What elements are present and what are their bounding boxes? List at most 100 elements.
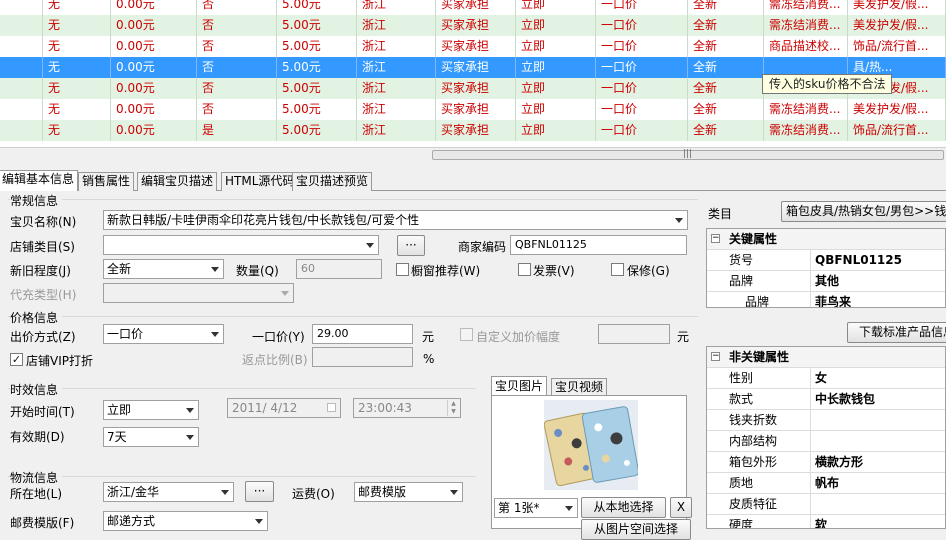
table-cell[interactable]: 一口价 — [596, 99, 688, 120]
table-cell[interactable]: 5.00元 — [277, 120, 357, 141]
property-row[interactable]: 内部结构 — [707, 431, 945, 452]
table-cell[interactable]: 全新 — [688, 36, 764, 57]
table-cell[interactable]: 5.00元 — [277, 78, 357, 99]
tab-html-source[interactable]: HTML源代码 — [221, 172, 299, 191]
spinner-icon[interactable]: ▲ ▼ — [447, 400, 459, 416]
table-cell[interactable]: 无 — [43, 0, 111, 15]
table-cell[interactable]: 买家承担 — [436, 0, 516, 15]
table-cell[interactable]: 浙江 — [357, 15, 436, 36]
property-row[interactable]: 钱夹折数 — [707, 410, 945, 431]
table-cell[interactable]: 0.00元 — [111, 36, 197, 57]
table-cell[interactable]: 浙江 — [357, 57, 436, 78]
table-cell[interactable]: 否 — [197, 0, 277, 15]
table-cell[interactable]: 5.00元 — [277, 0, 357, 15]
table-cell[interactable]: 立即 — [516, 120, 596, 141]
row-header-cell[interactable] — [0, 15, 43, 36]
download-standard-info-button[interactable]: 下载标准产品信息 — [847, 322, 946, 343]
table-cell[interactable]: 一口价 — [596, 36, 688, 57]
property-row[interactable]: 性别女 — [707, 368, 945, 389]
collapse-icon[interactable]: − — [711, 234, 720, 243]
property-value[interactable]: 女 — [811, 368, 827, 389]
property-value[interactable]: 菲鸟来 — [811, 292, 851, 307]
tab-desc-preview[interactable]: 宝贝描述预览 — [292, 172, 373, 191]
table-cell[interactable]: 否 — [197, 36, 277, 57]
start-time-input[interactable]: 23:00:43 ▲ ▼ — [353, 398, 461, 418]
table-row[interactable]: 无 0.00元否 5.00元 浙江 买家承担 立即 一口价 全新 商品描述校... 饰品/流行首.… — [0, 36, 946, 57]
table-cell[interactable]: 0.00元 — [111, 99, 197, 120]
table-cell[interactable]: 全新 — [688, 120, 764, 141]
table-cell[interactable]: 5.00元 — [277, 99, 357, 120]
quantity-input[interactable]: 60 — [296, 259, 382, 279]
table-cell[interactable]: 否 — [197, 99, 277, 120]
shop-category-select[interactable] — [103, 235, 379, 255]
row-header-cell[interactable] — [0, 0, 43, 15]
table-cell[interactable]: 全新 — [688, 0, 764, 15]
rebate-input[interactable] — [312, 347, 413, 367]
table-cell[interactable]: 一口价 — [596, 120, 688, 141]
shop-category-more-button[interactable]: ··· — [397, 235, 425, 256]
nonkey-props-header[interactable]: − 非关键属性 — [707, 347, 945, 368]
table-cell[interactable]: 全新 — [688, 99, 764, 120]
row-header-cell[interactable] — [0, 57, 43, 78]
property-row[interactable]: 硬度软 — [707, 515, 945, 528]
location-select[interactable]: 浙江/金华 — [103, 482, 234, 502]
choose-from-space-button[interactable]: 从图片空间选择 — [581, 519, 691, 540]
property-row[interactable]: 皮质特征 — [707, 494, 945, 515]
table-row[interactable]: 无0.00元否5.00元浙江买家承担立即一口价全新需冻结消费...美发护发/假.… — [0, 15, 946, 36]
scrollbar-thumb[interactable]: ||| — [432, 149, 944, 160]
table-cell[interactable]: 0.00元 — [111, 78, 197, 99]
key-props-header[interactable]: − 关键属性 — [707, 229, 945, 250]
location-more-button[interactable]: ··· — [245, 481, 274, 502]
table-cell[interactable]: 无 — [43, 15, 111, 36]
table-cell[interactable]: 0.00元 — [111, 120, 197, 141]
table-cell[interactable]: 浙江 — [357, 36, 436, 57]
fixed-price-input[interactable]: 29.00 — [312, 324, 413, 344]
row-header-cell[interactable] — [0, 99, 43, 120]
property-row[interactable]: 箱包外形 横款方形 — [707, 452, 945, 473]
table-cell[interactable]: 立即 — [516, 78, 596, 99]
table-cell[interactable]: 买家承担 — [436, 15, 516, 36]
warranty-checkbox[interactable] — [611, 263, 624, 276]
property-value[interactable] — [811, 431, 815, 452]
table-cell[interactable]: 无 — [43, 36, 111, 57]
table-cell[interactable]: 5.00元 — [277, 15, 357, 36]
property-value[interactable] — [811, 410, 815, 431]
start-time-select[interactable]: 立即 — [103, 400, 199, 420]
table-cell[interactable]: 全新 — [688, 15, 764, 36]
table-cell[interactable]: 全新 — [688, 78, 764, 99]
property-row[interactable]: 质地 帆布 — [707, 473, 945, 494]
table-cell[interactable]: 饰品/流行首... — [848, 36, 946, 57]
table-cell[interactable]: 立即 — [516, 0, 596, 15]
table-cell[interactable]: 全新 — [688, 57, 764, 78]
table-cell[interactable]: 5.00元 — [277, 36, 357, 57]
table-cell[interactable]: 买家承担 — [436, 57, 516, 78]
property-row[interactable]: 款式 中长款钱包 — [707, 389, 945, 410]
condition-select[interactable]: 全新 — [103, 259, 224, 279]
table-cell[interactable]: 否 — [197, 78, 277, 99]
row-header-cell[interactable] — [0, 36, 43, 57]
table-cell[interactable]: 一口价 — [596, 57, 688, 78]
table-cell[interactable]: 浙江 — [357, 0, 436, 15]
grid-horizontal-scrollbar[interactable]: ||| — [0, 147, 946, 161]
table-cell[interactable]: 买家承担 — [436, 78, 516, 99]
property-row[interactable]: 品牌 菲鸟来 — [707, 292, 945, 307]
table-cell[interactable]: 需冻结消费... — [764, 0, 848, 15]
sku-input[interactable]: QBFNL01125 — [510, 235, 687, 255]
table-cell[interactable]: 一口价 — [596, 0, 688, 15]
row-header-cell[interactable] — [0, 78, 43, 99]
table-cell[interactable]: 买家承担 — [436, 120, 516, 141]
table-cell[interactable]: 立即 — [516, 99, 596, 120]
category-button[interactable]: 箱包皮具/热销女包/男包>>钱包 — [781, 201, 946, 222]
product-thumbnail[interactable] — [544, 400, 638, 490]
title-field[interactable]: 新款日韩版/卡哇伊雨伞印花亮片钱包/中长款钱包/可爱个性 — [103, 210, 688, 230]
proxy-type-select[interactable] — [103, 283, 294, 303]
property-value[interactable]: 中长款钱包 — [811, 389, 875, 410]
row-header-cell[interactable] — [0, 120, 43, 141]
table-cell[interactable]: 无 — [43, 120, 111, 141]
tab-edit-desc[interactable]: 编辑宝贝描述 — [137, 172, 218, 191]
table-cell[interactable]: 需冻结消费... — [764, 120, 848, 141]
table-cell[interactable]: 立即 — [516, 36, 596, 57]
property-value[interactable]: 其他 — [811, 271, 839, 292]
collapse-icon[interactable]: − — [711, 352, 720, 361]
property-value[interactable]: QBFNL01125 — [811, 250, 902, 271]
